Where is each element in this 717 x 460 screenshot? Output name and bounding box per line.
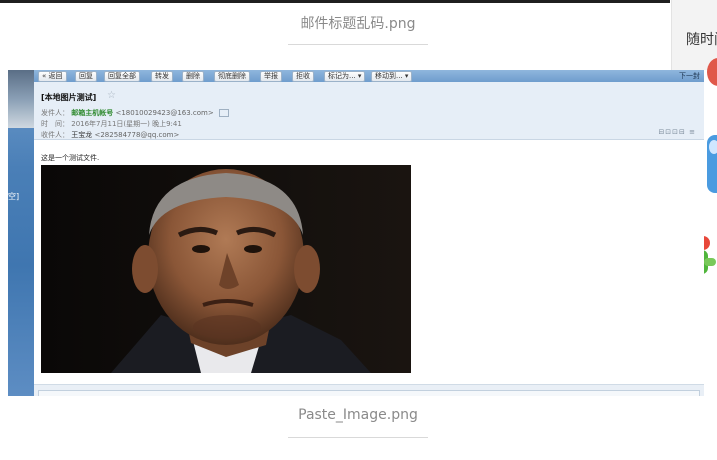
delete-permanently-button[interactable]: 彻底删除 (214, 71, 250, 82)
message-header: [本地图片测试] ☆ 发件人： 邮箱主机帐号 <18010029423@163.… (34, 82, 704, 140)
floating-widget-highlight (709, 140, 717, 154)
time-value: 2016年7月11日(星期一) 晚上9:41 (71, 120, 182, 128)
contact-card-icon[interactable] (218, 109, 229, 117)
sender-address: <18010029423@163.com> (115, 109, 214, 117)
message-body-text: 这是一个测试文件. (41, 154, 100, 162)
notification-avatar[interactable] (707, 58, 717, 86)
star-icon[interactable]: ☆ (107, 90, 116, 101)
sender-name[interactable]: 邮箱主机帐号 (71, 109, 113, 117)
recipient-label: 收件人： (41, 131, 69, 139)
sender-label: 发件人： (41, 109, 69, 117)
forward-button[interactable]: 转发 (151, 71, 173, 82)
recipient-name[interactable]: 王宝龙 (71, 131, 92, 139)
attached-portrait-photo (41, 165, 411, 373)
sticker-leaf (704, 258, 716, 266)
image-caption-top: 邮件标题乱码.png (300, 16, 416, 32)
side-panel-label: 随时阅 (686, 32, 717, 48)
message-subject: [本地图片测试] (41, 93, 97, 102)
delete-button[interactable]: 删除 (182, 71, 204, 82)
sender-row: 发件人： 邮箱主机帐号 <18010029423@163.com> (41, 108, 229, 118)
mark-as-dropdown[interactable]: 标记为... ▾ (324, 71, 366, 82)
recipient-address: <282584778@qq.com> (94, 131, 180, 139)
caption-underline-bottom (288, 437, 428, 438)
reply-all-button[interactable]: 回复全部 (104, 71, 140, 82)
side-panel[interactable]: 随时阅 (671, 0, 717, 70)
move-to-dropdown[interactable]: 移动到... ▾ (371, 71, 413, 82)
top-divider (0, 0, 670, 3)
recipient-row: 收件人： 王宝龙 <282584778@qq.com> (41, 130, 179, 140)
time-label: 时 间： (41, 120, 69, 128)
back-button[interactable]: « 返回 (38, 71, 67, 82)
email-toolbar: « 返回 回复 回复全部 转发 删除 彻底删除 举报 拒收 标记为... ▾ 移… (34, 70, 704, 82)
time-row: 时 间： 2016年7月11日(星期一) 晚上9:41 (41, 119, 182, 129)
reject-button[interactable]: 拒收 (292, 71, 314, 82)
report-button[interactable]: 举报 (260, 71, 282, 82)
sidebar-background-photo (8, 70, 34, 128)
reply-area (34, 384, 704, 396)
view-options-icons[interactable]: ⊟⊡⊡⊟ ≡ (658, 128, 696, 136)
portrait-illustration (41, 165, 411, 373)
reply-button[interactable]: 回复 (75, 71, 97, 82)
quick-reply-box[interactable] (38, 390, 700, 396)
caption-underline-top (288, 44, 428, 45)
next-message-link[interactable]: 下一封 (679, 71, 700, 81)
email-left-sidebar: 空] (8, 70, 34, 396)
email-screenshot: 空] « 返回 回复 回复全部 转发 删除 彻底删除 举报 拒收 标记为... … (8, 70, 704, 396)
sidebar-truncated-label: 空] (8, 192, 20, 201)
image-caption-bottom: Paste_Image.png (298, 407, 418, 423)
